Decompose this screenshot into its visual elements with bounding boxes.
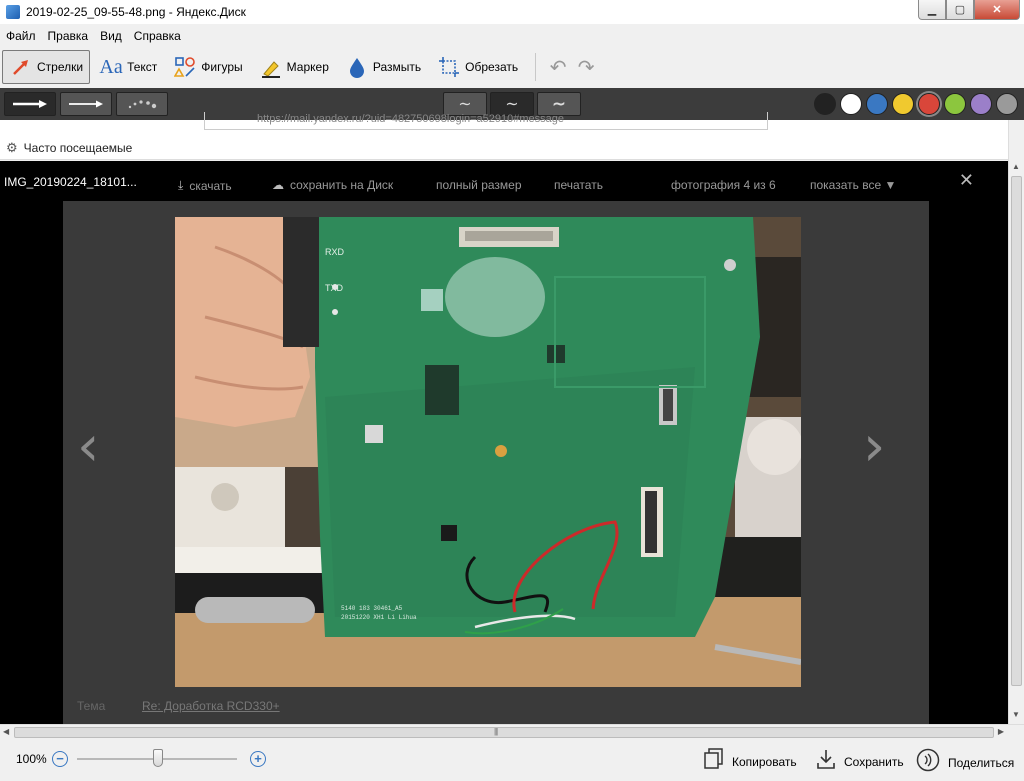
address-bar: https://mail.yandex.ru/?uid=482750698log… [204,112,768,130]
zoom-in-button[interactable]: + [250,751,266,767]
bookmark-item: ⚙ Часто посещаемые [6,140,132,156]
menu-edit[interactable]: Правка [48,29,89,43]
vertical-scroll-thumb[interactable] [1011,176,1022,686]
color-swatch[interactable] [944,93,966,115]
pcb-photo: RXD TXD 5140 183 30461_A5 20151220 XH1 L… [175,217,801,687]
window-controls: ▁ ▢ ✕ [918,0,1020,20]
tool-blur-label: Размыть [372,60,422,74]
tool-marker-label: Маркер [286,60,329,74]
horizontal-scroll-thumb[interactable] [14,727,994,738]
tool-shapes-label: Фигуры [201,60,243,74]
shapes-icon [173,55,197,79]
board-marking-1: 5140 183 30461_A5 [341,605,403,612]
scroll-right-icon[interactable]: ▶ [998,727,1004,736]
download-label: скачать [189,178,232,193]
minimize-button[interactable]: ▁ [918,0,946,20]
arrow-style-thin[interactable] [60,92,112,116]
board-marking-2: 20151220 XH1 Li Lihua [341,614,417,621]
save-to-disk-label: сохранить на Диск [290,178,394,192]
next-photo-icon: › [863,414,886,479]
scroll-grip-icon: ||| [494,727,498,736]
browser-chrome: https://mail.yandex.ru/?uid=482750698log… [0,112,1008,160]
app-icon [6,5,20,19]
tool-text-label: Текст [127,60,158,74]
color-swatch[interactable] [918,93,940,115]
share-label: Поделиться [948,756,1015,770]
print-link: печатать [554,178,603,192]
close-button[interactable]: ✕ [974,0,1020,20]
zoom-out-button[interactable]: − [52,751,68,767]
color-swatch[interactable] [892,93,914,115]
theme-label: Тема [77,699,106,713]
gear-icon: ⚙ [6,140,18,155]
scroll-left-icon[interactable]: ◀ [3,727,9,736]
tool-arrows[interactable]: Стрелки [2,50,91,84]
theme-link: Re: Доработка RCD330+ [142,699,280,713]
download-icon [816,748,836,776]
color-swatch[interactable] [840,93,862,115]
save-label: Сохранить [844,755,904,769]
menu-bar: Файл Правка Вид Справка [0,26,193,46]
redo-icon[interactable]: ↷ [572,53,600,81]
blur-icon [345,55,369,79]
copy-button[interactable]: Копировать [704,748,797,776]
scroll-down-icon[interactable]: ▼ [1012,710,1020,719]
photo-filename: IMG_20190224_18101... [4,175,137,189]
toolbar-divider [535,53,537,81]
viewer-header: IMG_20190224_18101... ⤓ скачать ☁ сохранит… [0,161,1008,201]
maximize-button[interactable]: ▢ [946,0,974,20]
viewer-close-icon: ✕ [958,170,974,190]
copy-label: Копировать [732,755,797,769]
save-to-disk-link: ☁ сохранить на Диск [272,178,393,192]
download-icon: ⤓ [178,178,184,192]
tool-blur[interactable]: Размыть [338,50,428,84]
arrow-style-thick[interactable] [4,92,56,116]
arrow-icon [9,55,33,79]
tool-arrows-label: Стрелки [37,60,84,74]
zoom-level: 100% [16,752,47,766]
share-button[interactable]: Поделиться [916,748,1014,778]
scroll-up-icon[interactable]: ▲ [1012,162,1020,171]
marker-icon [259,55,283,79]
color-swatch[interactable] [814,93,836,115]
share-icon [916,748,940,778]
color-swatch[interactable] [970,93,992,115]
prev-photo-icon: ‹ [77,414,100,479]
board-label-rxd: RXD [325,247,345,257]
text-icon: Aa [99,55,123,78]
undo-icon[interactable]: ↶ [544,53,572,81]
photo-counter: фотография 4 из 6 [671,178,776,192]
bookmark-label: Часто посещаемые [23,141,133,155]
photo-viewer: IMG_20190224_18101... ⤓ скачать ☁ сохранит… [0,161,1008,724]
save-button[interactable]: Сохранить [816,748,904,776]
arrow-style-dotted[interactable] [116,92,168,116]
menu-view[interactable]: Вид [100,29,122,43]
board-label-txd: TXD [325,283,343,293]
vertical-scrollbar[interactable]: ▲ ▼ [1008,120,1024,724]
tool-crop[interactable]: Обрезать [430,50,525,84]
copy-icon [704,748,724,776]
title-bar: 2019-02-25_09-55-48.png - Яндекс.Диск ▁ … [0,0,1024,24]
tool-crop-label: Обрезать [465,60,519,74]
color-swatch[interactable] [996,93,1018,115]
show-all-link: показать все ▼ [810,178,897,192]
status-bar: 100% − + Копировать Сохранить Поделиться [0,740,1024,781]
horizontal-scrollbar[interactable]: ◀ ||| ▶ [0,724,1024,740]
editor-toolbar: Стрелки Aa Текст Фигуры Маркер Размыть О… [0,46,1024,88]
tool-marker[interactable]: Маркер [252,50,336,84]
photo-stage: ‹ › RXD TXD 5140 183 30461_A5 20151220 X… [63,201,929,724]
color-swatch[interactable] [866,93,888,115]
cloud-icon: ☁ [272,178,284,192]
full-size-link: полный размер [436,178,522,192]
color-palette [810,93,1018,115]
menu-file[interactable]: Файл [6,29,36,43]
download-link: ⤓ скачать [178,178,232,193]
tool-shapes[interactable]: Фигуры [166,50,249,84]
crop-icon [437,55,461,79]
tool-text[interactable]: Aa Текст [92,50,164,84]
menu-help[interactable]: Справка [134,29,181,43]
window-title: 2019-02-25_09-55-48.png - Яндекс.Диск [26,5,246,19]
zoom-slider-handle[interactable] [153,749,163,767]
